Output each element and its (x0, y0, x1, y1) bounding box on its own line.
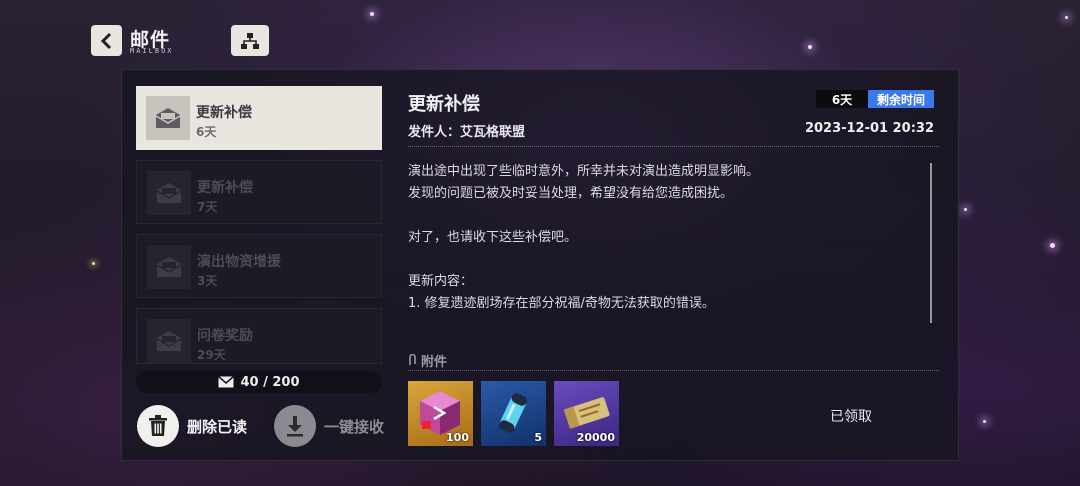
attachment-header: 附件 (408, 351, 447, 370)
mail-days: 29天 (197, 348, 226, 362)
mail-list-item[interactable]: 问卷奖励 29天 (136, 308, 382, 364)
mail-list-item[interactable]: 更新补偿 6天 (136, 86, 382, 150)
body-line: 更新内容： (408, 274, 474, 289)
sparkle-decoration (983, 420, 986, 423)
sparkle-decoration (1050, 243, 1055, 248)
mail-list-item[interactable]: 演出物资增援 3天 (136, 234, 382, 298)
delete-read-button[interactable]: 删除已读 (137, 405, 247, 447)
body-line: 演出途中出现了些临时意外，所幸并未对演出造成明显影响。 (408, 164, 760, 179)
hierarchy-button[interactable] (231, 25, 269, 56)
sparkle-decoration (964, 208, 967, 211)
back-button[interactable] (91, 25, 122, 56)
sparkle-decoration (370, 12, 374, 16)
mail-name: 更新补偿 (196, 105, 252, 121)
scrollbar[interactable] (930, 163, 932, 323)
mail-counter: 40 / 200 (136, 371, 382, 393)
reward-item[interactable]: 100 (408, 381, 473, 446)
sparkle-decoration (92, 262, 95, 265)
reward-qty: 100 (446, 431, 469, 444)
mail-list-item[interactable]: 更新补偿 7天 (136, 160, 382, 224)
body-line: 发现的问题已被及时妥当处理，希望没有给您造成困扰。 (408, 186, 734, 201)
reward-item[interactable]: 20000 (554, 381, 619, 446)
days-badge: 6天 (816, 90, 868, 108)
mail-date: 2023-12-01 20:32 (804, 121, 934, 136)
receive-all-button[interactable]: 一键接收 (274, 405, 384, 447)
mail-name: 更新补偿 (197, 180, 253, 196)
mail-name: 演出物资增援 (197, 254, 281, 270)
hierarchy-icon (241, 32, 259, 49)
trash-icon (137, 405, 179, 447)
sparkle-decoration (1065, 16, 1068, 19)
envelope-icon (147, 171, 191, 215)
attachment-label: 附件 (421, 355, 448, 370)
mail-days: 6天 (196, 125, 217, 139)
mail-body: 演出途中出现了些临时意外，所幸并未对演出造成明显影响。 发现的问题已被及时妥当处… (408, 161, 918, 315)
mail-name: 问卷奖励 (197, 328, 253, 344)
body-line: 对了，也请收下这些补偿吧。 (408, 230, 578, 245)
download-icon (274, 405, 316, 447)
mail-days: 3天 (197, 274, 218, 288)
reward-qty: 5 (534, 431, 542, 444)
chevron-left-icon (100, 32, 111, 49)
remaining-time-badge: 剩余时间 (868, 90, 934, 108)
claimed-status: 已领取 (830, 409, 872, 425)
envelope-icon (218, 376, 235, 388)
mail-days: 7天 (197, 200, 218, 214)
envelope-icon (147, 319, 191, 363)
reward-item[interactable]: 5 (481, 381, 546, 446)
body-line: 1. 修复遗迹剧场存在部分祝福/奇物无法获取的错误。 (408, 296, 715, 311)
envelope-icon (146, 96, 190, 140)
receive-all-label: 一键接收 (324, 417, 385, 436)
mail-count-text: 40 / 200 (240, 374, 300, 390)
envelope-icon (147, 245, 191, 289)
mail-sender: 发件人：艾瓦格联盟 (408, 125, 526, 140)
delete-read-label: 删除已读 (187, 417, 248, 436)
divider (408, 370, 939, 371)
sparkle-decoration (808, 45, 812, 49)
reward-qty: 20000 (576, 431, 615, 444)
page-subtitle: MAILBOX (130, 47, 174, 55)
mail-detail-title: 更新补偿 (408, 94, 480, 115)
divider (408, 146, 939, 147)
paperclip-icon (409, 354, 416, 365)
